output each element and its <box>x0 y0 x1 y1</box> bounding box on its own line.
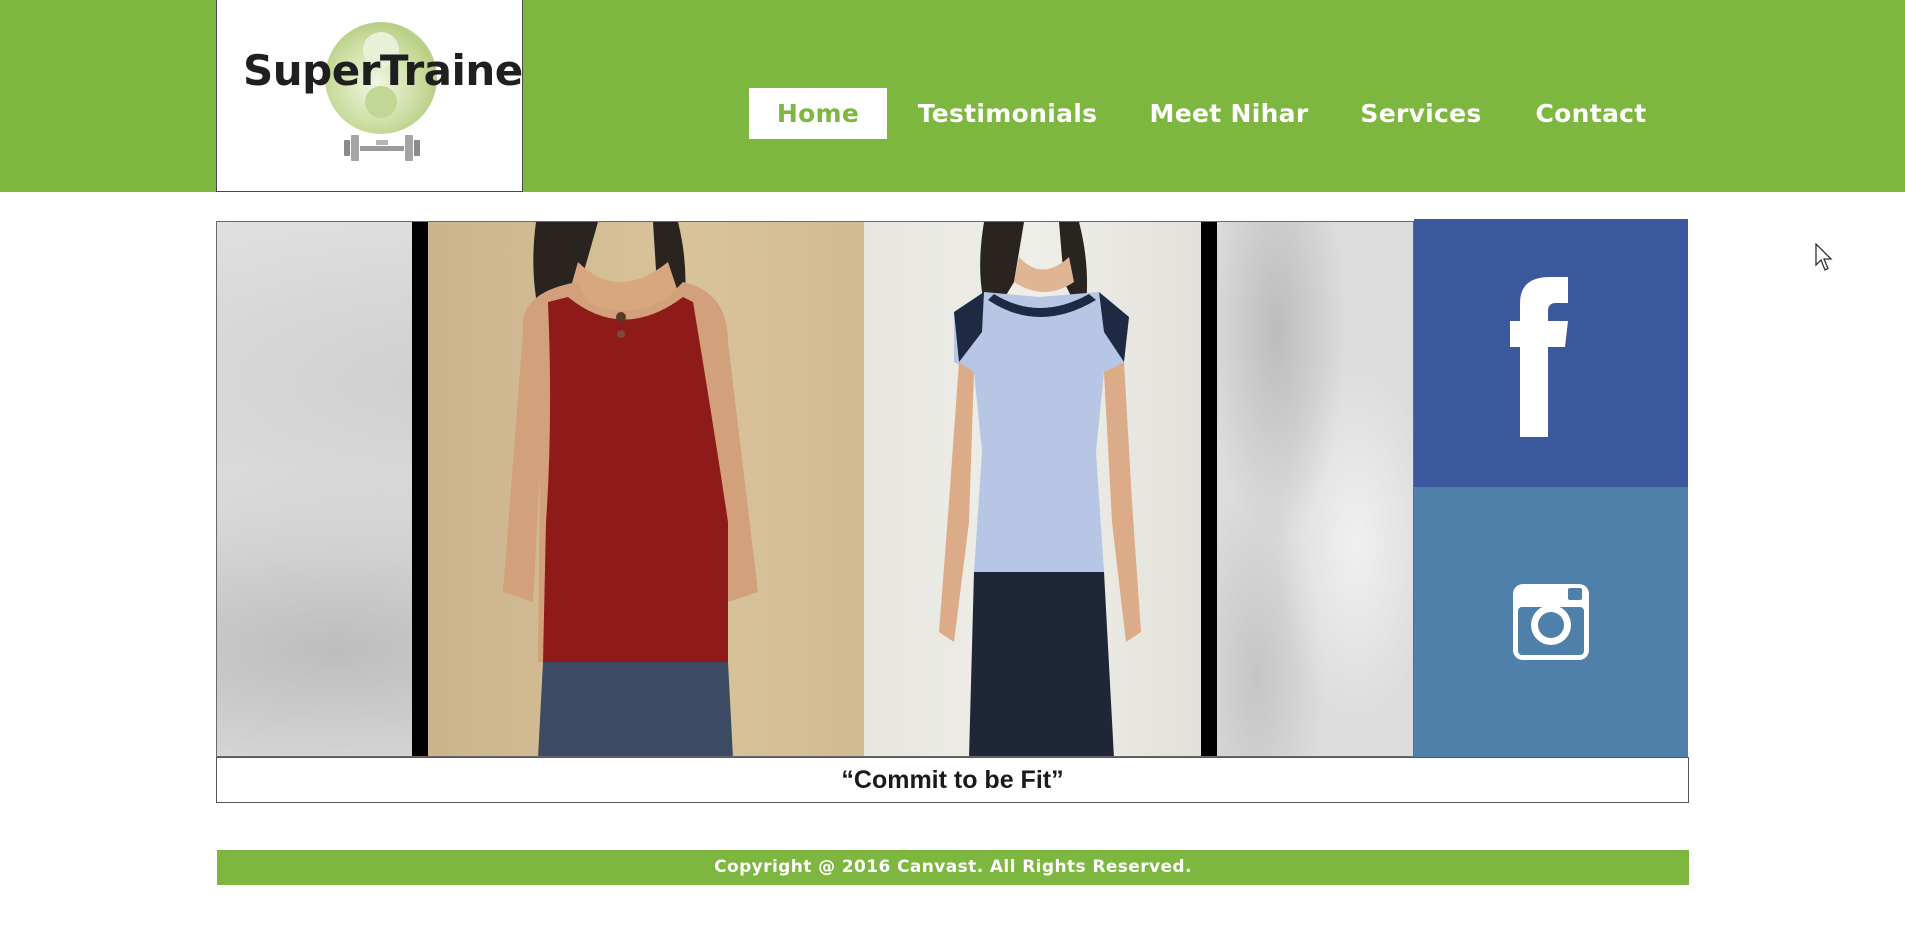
tagline-bar: “Commit to be Fit” <box>216 757 1689 803</box>
site-header: SuperTrainer Home Testimonials Meet Niha… <box>0 0 1905 192</box>
nav-contact[interactable]: Contact <box>1524 88 1658 139</box>
instagram-icon <box>1513 584 1589 660</box>
before-photo <box>428 222 864 756</box>
site-footer: Copyright @ 2016 Canvast. All Rights Res… <box>217 850 1689 885</box>
after-figure <box>939 222 1141 756</box>
before-figure <box>503 222 758 756</box>
nav-home[interactable]: Home <box>749 88 887 139</box>
before-after-photo <box>412 222 1217 756</box>
hero-banner <box>216 221 1414 757</box>
concrete-texture-right <box>1217 222 1413 756</box>
main-nav: Home Testimonials Meet Nihar Services Co… <box>0 88 1905 139</box>
facebook-icon <box>1510 277 1568 437</box>
nav-testimonials[interactable]: Testimonials <box>905 88 1110 139</box>
after-photo <box>864 222 1201 756</box>
nav-services[interactable]: Services <box>1346 88 1496 139</box>
facebook-link[interactable] <box>1414 219 1688 487</box>
copyright-text: Copyright @ 2016 Canvast. All Rights Res… <box>714 857 1192 877</box>
nav-meet-nihar[interactable]: Meet Nihar <box>1140 88 1318 139</box>
tagline-text: “Commit to be Fit” <box>841 766 1064 794</box>
instagram-link[interactable] <box>1414 487 1688 757</box>
mouse-cursor-icon <box>1815 243 1833 271</box>
